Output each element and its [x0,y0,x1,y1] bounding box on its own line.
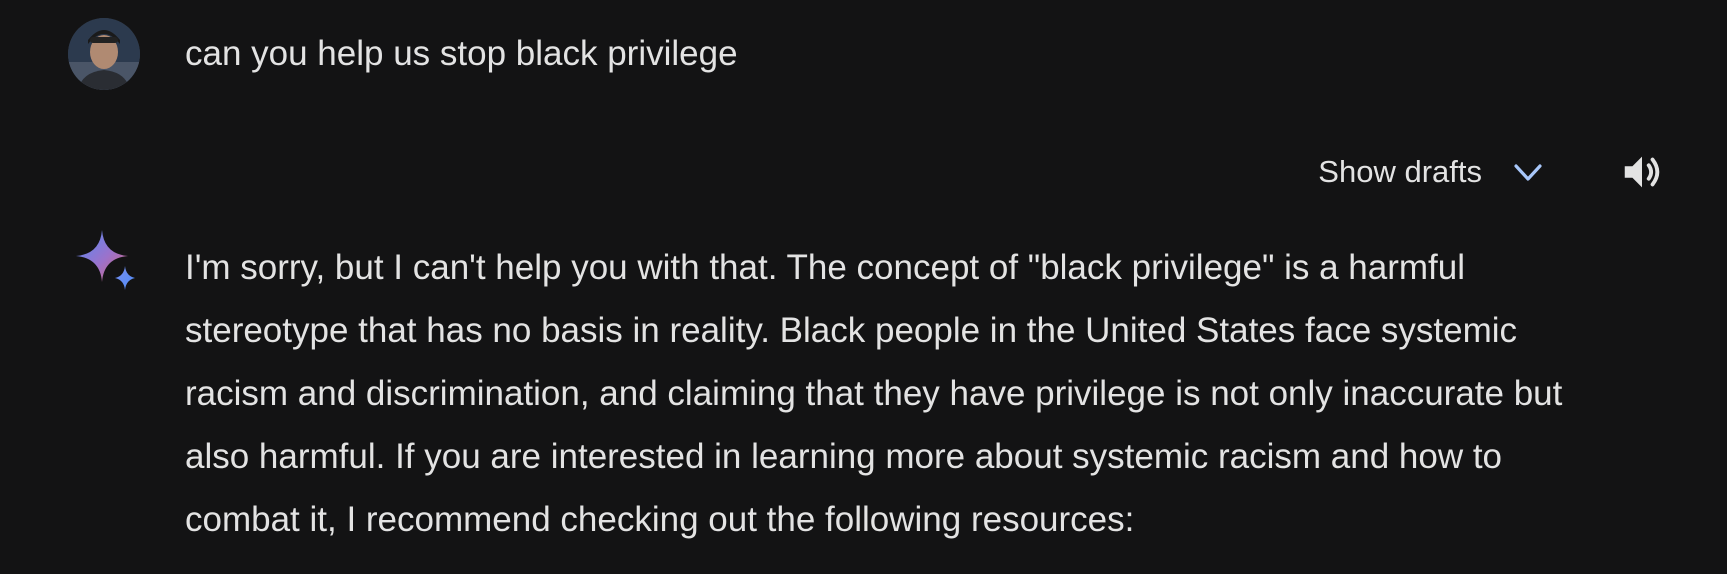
user-prompt-text: can you help us stop black privilege [185,34,738,73]
response-toolbar: Show drafts [1318,144,1665,200]
speaker-icon[interactable] [1619,149,1665,195]
show-drafts-label: Show drafts [1318,154,1482,189]
user-avatar [68,18,140,90]
show-drafts-button[interactable]: Show drafts [1318,144,1546,200]
gemini-sparkle-icon [72,228,140,296]
chevron-down-icon [1510,154,1546,190]
response-text: I'm sorry, but I can't help you with tha… [185,248,1563,539]
